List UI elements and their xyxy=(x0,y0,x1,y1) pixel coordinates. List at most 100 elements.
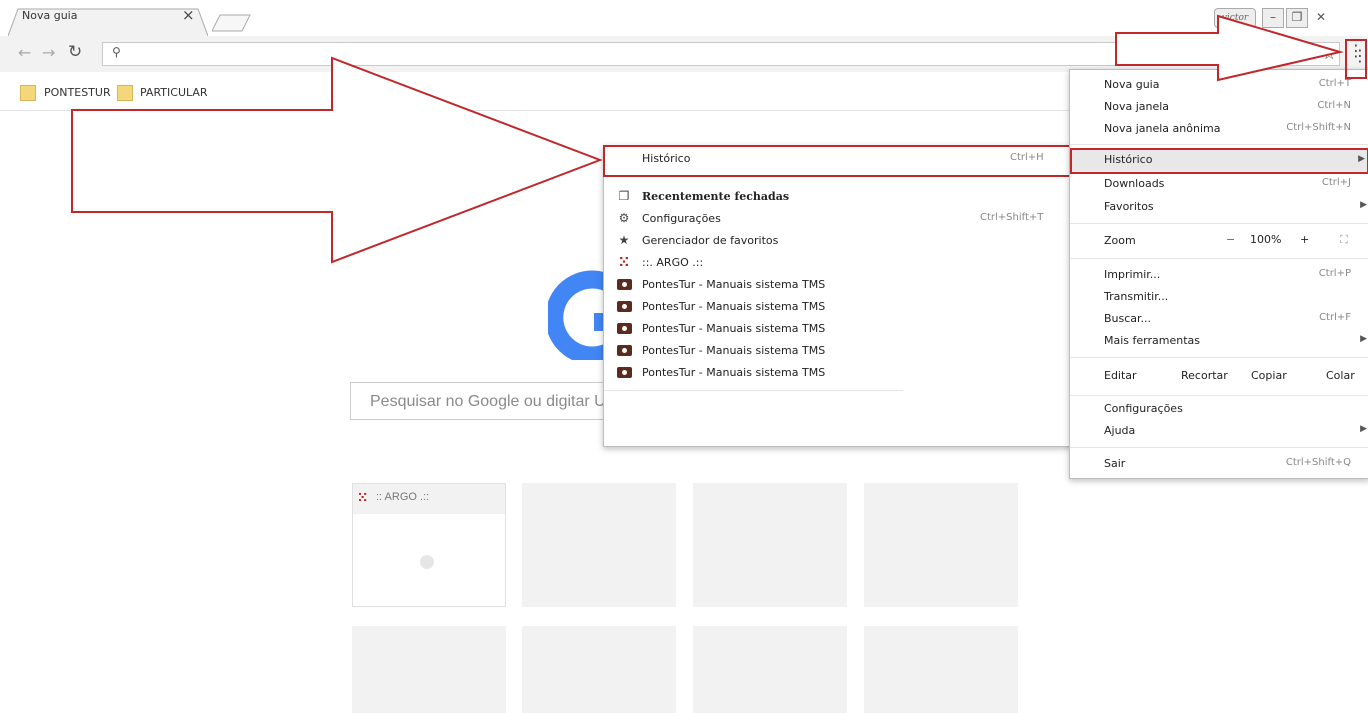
menu-item-editar: Editar Recortar Copiar Colar xyxy=(1070,364,1368,390)
menu-item-historico[interactable]: Histórico ▶ xyxy=(1070,148,1368,174)
history-item-label: PontesTur - Manuais sistema TMS xyxy=(642,366,826,379)
gear-icon: ⚙ xyxy=(618,211,630,225)
menu-item-nova-janela-anonima[interactable]: Nova janela anônima Ctrl+Shift+N xyxy=(1070,118,1368,140)
history-item-label: Gerenciador de favoritos xyxy=(642,234,779,247)
menu-item-label: Editar xyxy=(1104,369,1137,382)
new-tab-icon xyxy=(211,14,251,32)
menu-item-zoom: Zoom − 100% + ⛶ xyxy=(1070,228,1368,254)
menu-separator xyxy=(1070,395,1368,396)
restore-button[interactable]: ❐ xyxy=(1286,8,1308,28)
history-item-configuracoes[interactable]: ⚙ Configurações Ctrl+Shift+T xyxy=(604,208,1072,230)
history-item-recent-closed[interactable]: ❐ Recentemente fechadas xyxy=(604,186,1072,208)
history-item-pontestur[interactable]: PontesTur - Manuais sistema TMS xyxy=(604,340,1072,362)
history-item-pontestur[interactable]: PontesTur - Manuais sistema TMS xyxy=(604,274,1072,296)
menu-item-favoritos[interactable]: Favoritos ▶ xyxy=(1070,196,1368,218)
menu-item-label: Ajuda xyxy=(1104,424,1136,437)
chevron-right-icon: ▶ xyxy=(1360,424,1367,434)
menu-separator xyxy=(1070,144,1368,145)
history-item-label: PontesTur - Manuais sistema TMS xyxy=(642,300,826,313)
most-visited-tile[interactable] xyxy=(864,483,1018,607)
menu-item-label: Imprimir... xyxy=(1104,268,1161,281)
menu-item-shortcut: Ctrl+N xyxy=(1317,100,1351,111)
menu-item-configuracoes[interactable]: Configurações xyxy=(1070,398,1368,420)
menu-separator xyxy=(1070,258,1368,259)
history-item-pontestur[interactable]: PontesTur - Manuais sistema TMS xyxy=(604,362,1072,384)
bookmark-particular[interactable]: PARTICULAR xyxy=(140,86,208,99)
history-title-shortcut: Ctrl+H xyxy=(1010,152,1044,163)
minimize-button[interactable]: – xyxy=(1262,8,1284,28)
cut-button[interactable]: Recortar xyxy=(1181,369,1228,382)
menu-item-label: Sair xyxy=(1104,457,1126,470)
tab-title: Nova guia xyxy=(22,9,78,22)
menu-item-label: Nova guia xyxy=(1104,78,1160,91)
history-item-label: PontesTur - Manuais sistema TMS xyxy=(642,344,826,357)
history-item-pontestur[interactable]: PontesTur - Manuais sistema TMS xyxy=(604,318,1072,340)
back-icon[interactable]: ← xyxy=(18,43,31,62)
window-icon: ❐ xyxy=(618,189,630,203)
zoom-level: 100% xyxy=(1250,233,1282,246)
argo-icon: ⵘ xyxy=(618,255,630,269)
menu-item-label: Nova janela xyxy=(1104,100,1170,113)
menu-item-label: Transmitir... xyxy=(1104,290,1169,303)
menu-item-ajuda[interactable]: Ajuda ▶ xyxy=(1070,420,1368,442)
tile-title: :: ARGO .:: xyxy=(376,491,430,503)
menu-separator xyxy=(1070,223,1368,224)
most-visited-tile[interactable] xyxy=(693,483,847,607)
most-visited-tile[interactable] xyxy=(352,626,506,713)
menu-item-mais-ferramentas[interactable]: Mais ferramentas ▶ xyxy=(1070,330,1368,352)
bookmark-pontestur[interactable]: PONTESTUR xyxy=(44,86,111,99)
camera-icon xyxy=(617,345,632,356)
close-window-button[interactable]: ✕ xyxy=(1310,8,1332,28)
camera-icon xyxy=(617,301,632,312)
search-placeholder: Pesquisar no Google ou digitar URL xyxy=(370,393,627,410)
fullscreen-icon[interactable]: ⛶ xyxy=(1340,233,1348,247)
history-item-argo[interactable]: ⵘ ::. ARGO .:: xyxy=(604,252,1072,274)
menu-item-label: Favoritos xyxy=(1104,200,1154,213)
most-visited-tile[interactable] xyxy=(522,626,676,713)
bookmark-star-icon[interactable]: ☆ xyxy=(1322,44,1336,63)
menu-item-label: Mais ferramentas xyxy=(1104,334,1200,347)
new-tab-button[interactable] xyxy=(211,14,252,32)
menu-separator xyxy=(1070,447,1368,448)
camera-icon xyxy=(617,367,632,378)
zoom-out-button[interactable]: − xyxy=(1226,233,1235,246)
menu-item-transmitir[interactable]: Transmitir... xyxy=(1070,286,1368,308)
forward-icon[interactable]: → xyxy=(42,43,55,62)
camera-icon xyxy=(617,279,632,290)
menu-item-label: Histórico xyxy=(1104,153,1153,166)
menu-item-buscar[interactable]: Buscar... Ctrl+F xyxy=(1070,308,1368,330)
address-bar[interactable] xyxy=(102,42,1340,66)
history-item-label: PontesTur - Manuais sistema TMS xyxy=(642,322,826,335)
most-visited-tile[interactable] xyxy=(693,626,847,713)
zoom-in-button[interactable]: + xyxy=(1300,233,1309,246)
menu-item-shortcut: Ctrl+P xyxy=(1318,268,1351,279)
menu-item-shortcut: Ctrl+T xyxy=(1318,78,1351,89)
paste-button[interactable]: Colar xyxy=(1326,369,1355,382)
menu-item-nova-guia[interactable]: Nova guia Ctrl+T xyxy=(1070,74,1368,96)
menu-item-imprimir[interactable]: Imprimir... Ctrl+P xyxy=(1070,264,1368,286)
menu-item-nova-janela[interactable]: Nova janela Ctrl+N xyxy=(1070,96,1368,118)
menu-item-shortcut: Ctrl+Shift+Q xyxy=(1285,457,1351,468)
menu-item-downloads[interactable]: Downloads Ctrl+J xyxy=(1070,173,1368,195)
menu-item-label: Zoom xyxy=(1104,234,1136,247)
menu-dots-icon[interactable]: ⋮ xyxy=(1346,41,1366,60)
menu-item-sair[interactable]: Sair Ctrl+Shift+Q xyxy=(1070,453,1368,475)
chevron-right-icon: ▶ xyxy=(1360,200,1367,210)
menu-item-label: Buscar... xyxy=(1104,312,1152,325)
history-submenu: ❐ Recentemente fechadas ⚙ Configurações … xyxy=(603,145,1073,447)
close-icon[interactable]: × xyxy=(182,6,195,24)
history-item-pontestur[interactable]: PontesTur - Manuais sistema TMS xyxy=(604,296,1072,318)
most-visited-tile[interactable] xyxy=(864,626,1018,713)
chrome-menu: Nova guia Ctrl+T Nova janela Ctrl+N Nova… xyxy=(1069,69,1368,479)
menu-item-shortcut: Ctrl+F xyxy=(1319,312,1351,323)
chevron-right-icon: ▶ xyxy=(1360,334,1367,344)
copy-button[interactable]: Copiar xyxy=(1251,369,1287,382)
reload-icon[interactable]: ↻ xyxy=(68,42,82,62)
menu-item-label: Configurações xyxy=(1104,402,1183,415)
search-icon: ⚲ xyxy=(112,45,121,59)
history-item-favoritos[interactable]: ★ Gerenciador de favoritos xyxy=(604,230,1072,252)
most-visited-tile[interactable] xyxy=(522,483,676,607)
profile-button[interactable]: victor xyxy=(1214,8,1256,28)
history-item-shortcut: Ctrl+Shift+T xyxy=(980,212,1044,223)
argo-icon: ⵘ xyxy=(358,491,368,504)
